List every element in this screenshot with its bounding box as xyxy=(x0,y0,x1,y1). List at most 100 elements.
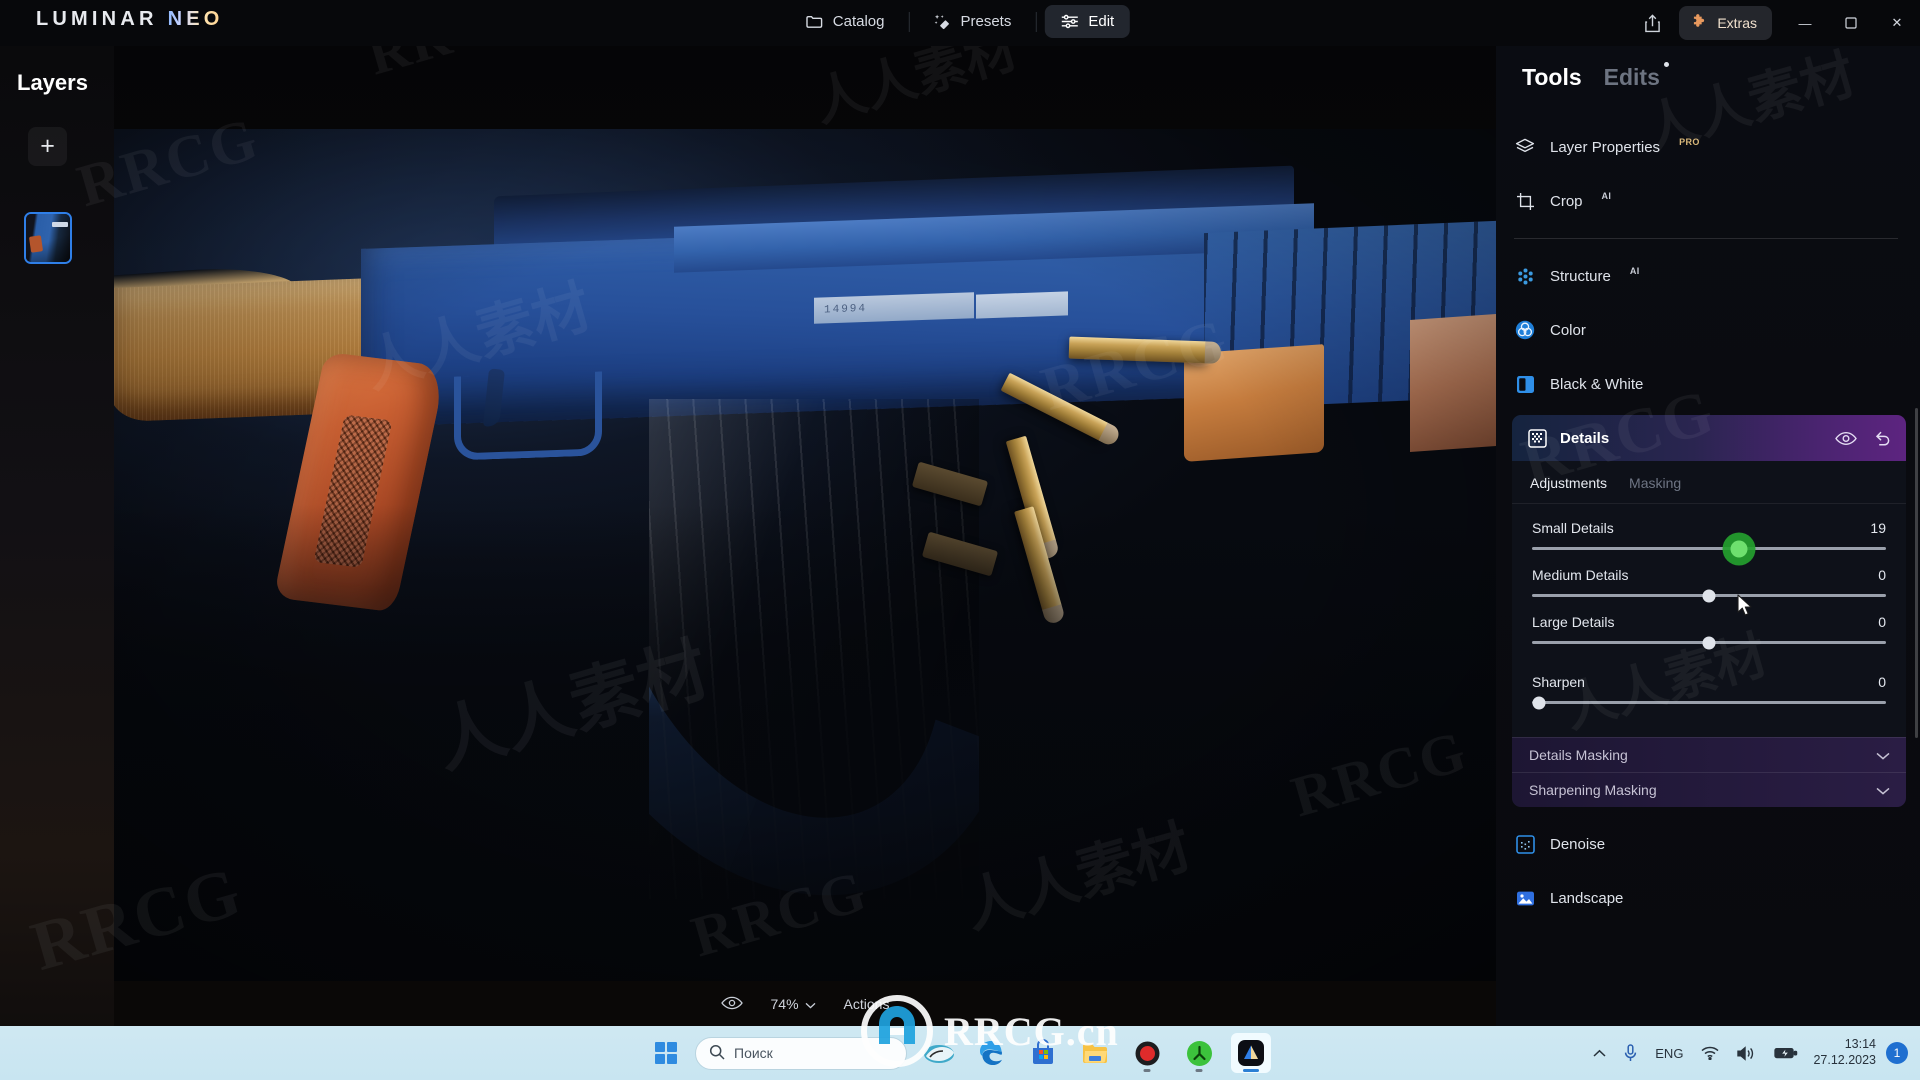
edits-indicator-dot xyxy=(1663,61,1669,67)
magic-wand-icon xyxy=(933,14,950,30)
crop-icon xyxy=(1514,190,1536,212)
windows-start-icon[interactable] xyxy=(649,1036,683,1070)
slider-sharpen: Sharpen 0 xyxy=(1532,674,1886,709)
tab-catalog[interactable]: Catalog xyxy=(790,5,901,38)
puzzle-icon xyxy=(1691,13,1708,33)
tab-edit[interactable]: Edit xyxy=(1044,5,1131,38)
minimize-button[interactable]: — xyxy=(1782,0,1828,46)
tab-presets-label: Presets xyxy=(960,13,1012,30)
color-wheel-icon xyxy=(1514,319,1536,341)
battery-charging-icon[interactable] xyxy=(1765,1033,1807,1073)
tab-presets[interactable]: Presets xyxy=(917,5,1027,38)
subtab-adjustments[interactable]: Adjustments xyxy=(1530,475,1607,491)
slider-value: 0 xyxy=(1878,567,1886,583)
taskbar-sharex[interactable] xyxy=(1179,1033,1219,1073)
zoom-level-dropdown[interactable]: 74% xyxy=(771,996,816,1012)
photo-preview[interactable]: 14994 xyxy=(114,129,1496,981)
slider-handle[interactable] xyxy=(1702,636,1716,649)
extras-button[interactable]: Extras xyxy=(1679,6,1772,40)
microphone-icon[interactable] xyxy=(1615,1033,1646,1073)
layer-thumbnail[interactable] xyxy=(24,212,72,264)
slider-track[interactable] xyxy=(1532,636,1886,649)
rifle-trigger-guard xyxy=(454,371,602,461)
slider-label: Small Details xyxy=(1532,520,1614,536)
canvas-area[interactable]: 14994 xyxy=(114,46,1496,1080)
taskbar-clock[interactable]: 13:14 27.12.2023 xyxy=(1807,1037,1886,1068)
slider-track[interactable] xyxy=(1532,589,1886,602)
slider-small-details: Small Details 19 xyxy=(1532,520,1886,557)
slider-medium-details: Medium Details 0 xyxy=(1532,567,1886,602)
layers-panel: Layers + xyxy=(0,46,114,1080)
details-visibility-toggle[interactable] xyxy=(1835,431,1857,446)
layers-title: Layers xyxy=(17,70,88,95)
chevron-down-icon xyxy=(1876,747,1890,763)
preview-toggle-button[interactable] xyxy=(720,996,743,1013)
tool-item-crop[interactable]: Crop AI xyxy=(1496,174,1920,228)
window-controls-group: Extras — ✕ xyxy=(1629,0,1920,46)
extras-label: Extras xyxy=(1717,15,1757,31)
tool-label: Denoise xyxy=(1550,835,1606,853)
tab-tools[interactable]: Tools xyxy=(1522,64,1582,91)
tool-item-landscape[interactable]: Landscape xyxy=(1496,871,1920,925)
search-placeholder: Поиск xyxy=(734,1045,773,1061)
subtab-masking[interactable]: Masking xyxy=(1629,475,1681,491)
add-layer-button[interactable]: + xyxy=(28,127,67,166)
details-masking-row[interactable]: Details Masking xyxy=(1512,737,1906,772)
tools-panel-tabs: Tools Edits xyxy=(1496,46,1920,108)
rifle-upper-handguard xyxy=(1410,313,1496,453)
taskbar-tray: ENG 13:14 27.12.2023 1 xyxy=(1584,1033,1912,1073)
app-logo: LUMINAR NEO xyxy=(36,8,224,31)
brand-neo: NEO xyxy=(167,8,224,30)
tool-label: Black & White xyxy=(1550,375,1644,393)
details-header[interactable]: Details xyxy=(1512,415,1906,461)
notification-badge[interactable]: 1 xyxy=(1886,1042,1908,1064)
black-white-icon xyxy=(1514,373,1536,395)
tools-scrollbar[interactable] xyxy=(1915,408,1918,738)
slider-label: Sharpen xyxy=(1532,674,1585,690)
sharpening-masking-row[interactable]: Sharpening Masking xyxy=(1512,772,1906,807)
language-indicator[interactable]: ENG xyxy=(1646,1033,1692,1073)
tool-item-denoise[interactable]: Denoise xyxy=(1496,817,1920,871)
plus-icon: + xyxy=(40,132,55,160)
tool-item-structure[interactable]: Structure AI xyxy=(1496,249,1920,303)
share-button[interactable] xyxy=(1629,0,1675,46)
wifi-icon[interactable] xyxy=(1692,1033,1728,1073)
tools-list: Layer Properties PRO Crop AI Structure A… xyxy=(1496,108,1920,1072)
tool-label: Color xyxy=(1550,321,1586,339)
slider-handle[interactable] xyxy=(1532,696,1546,709)
slider-handle[interactable] xyxy=(1702,589,1716,602)
close-button[interactable]: ✕ xyxy=(1874,0,1920,46)
details-icon xyxy=(1526,427,1548,449)
volume-icon[interactable] xyxy=(1728,1033,1765,1073)
slider-value: 0 xyxy=(1878,674,1886,690)
ai-badge: AI xyxy=(1629,266,1640,276)
tools-panel: Tools Edits Layer Properties PRO Crop AI… xyxy=(1496,46,1920,1072)
details-tool-module: Details Adjustments Masking Small Detail… xyxy=(1512,415,1906,807)
tool-label: Landscape xyxy=(1550,889,1624,907)
tool-item-black-and-white[interactable]: Black & White xyxy=(1496,357,1920,411)
slider-track[interactable] xyxy=(1532,696,1886,709)
main-nav: Catalog Presets Edit xyxy=(790,5,1131,38)
tab-edits-label: Edits xyxy=(1603,63,1660,90)
rrcg-logo-watermark: RRCG.cn xyxy=(860,994,1119,1068)
sharpening-masking-label: Sharpening Masking xyxy=(1529,782,1657,798)
tool-item-color[interactable]: Color xyxy=(1496,303,1920,357)
rifle-plate xyxy=(976,291,1068,319)
slider-label: Medium Details xyxy=(1532,567,1629,583)
tab-edits[interactable]: Edits xyxy=(1603,61,1669,91)
rrcg-mark-icon xyxy=(861,995,933,1067)
details-title: Details xyxy=(1560,429,1610,447)
slider-handle[interactable] xyxy=(1730,540,1748,557)
slider-track[interactable] xyxy=(1532,540,1886,557)
slider-value: 0 xyxy=(1878,614,1886,630)
details-reset-button[interactable] xyxy=(1873,430,1892,447)
tool-item-layer-properties[interactable]: Layer Properties PRO xyxy=(1496,120,1920,174)
folder-icon xyxy=(806,15,823,29)
maximize-button[interactable] xyxy=(1828,0,1874,46)
eye-icon xyxy=(720,996,743,1013)
taskbar-recorder[interactable] xyxy=(1127,1033,1167,1073)
tool-label: Structure xyxy=(1550,267,1611,285)
tray-expand-chevron-icon[interactable] xyxy=(1584,1033,1615,1073)
taskbar-luminar-neo[interactable] xyxy=(1231,1033,1271,1073)
tab-edit-label: Edit xyxy=(1088,13,1115,30)
